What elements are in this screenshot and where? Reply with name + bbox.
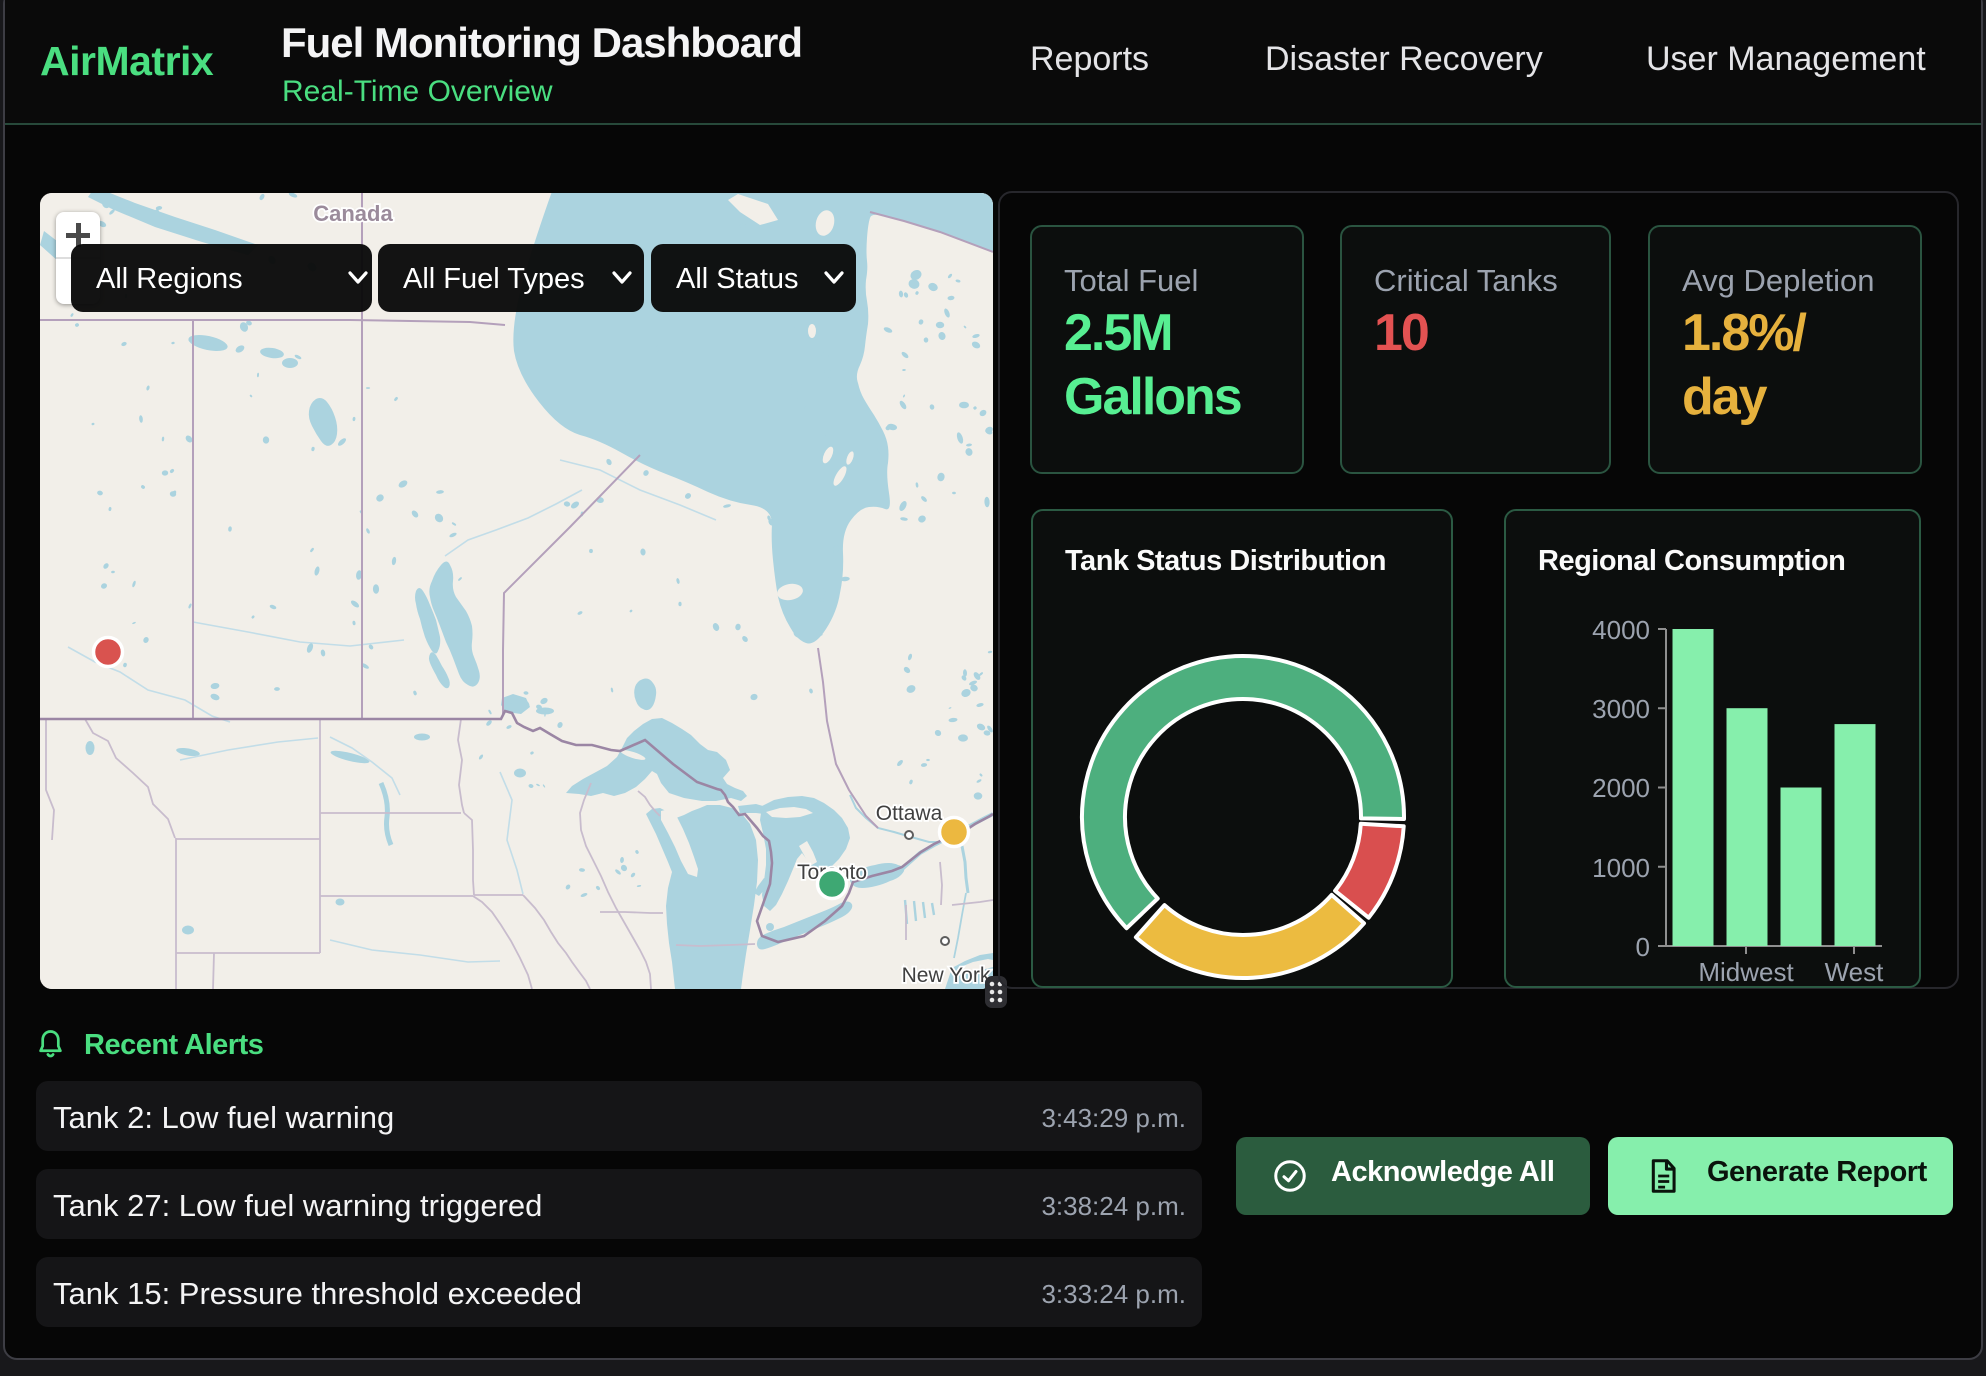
svg-text:3000: 3000 — [1592, 694, 1650, 724]
svg-text:New York: New York — [902, 964, 991, 987]
svg-text:Ottawa: Ottawa — [876, 802, 943, 825]
svg-text:2000: 2000 — [1592, 773, 1650, 803]
svg-text:Canada: Canada — [313, 201, 393, 226]
svg-text:1000: 1000 — [1592, 853, 1650, 883]
svg-text:0: 0 — [1636, 932, 1650, 962]
svg-text:4000: 4000 — [1592, 615, 1650, 645]
svg-text:Midwest: Midwest — [1698, 957, 1794, 987]
svg-text:West: West — [1825, 957, 1885, 987]
